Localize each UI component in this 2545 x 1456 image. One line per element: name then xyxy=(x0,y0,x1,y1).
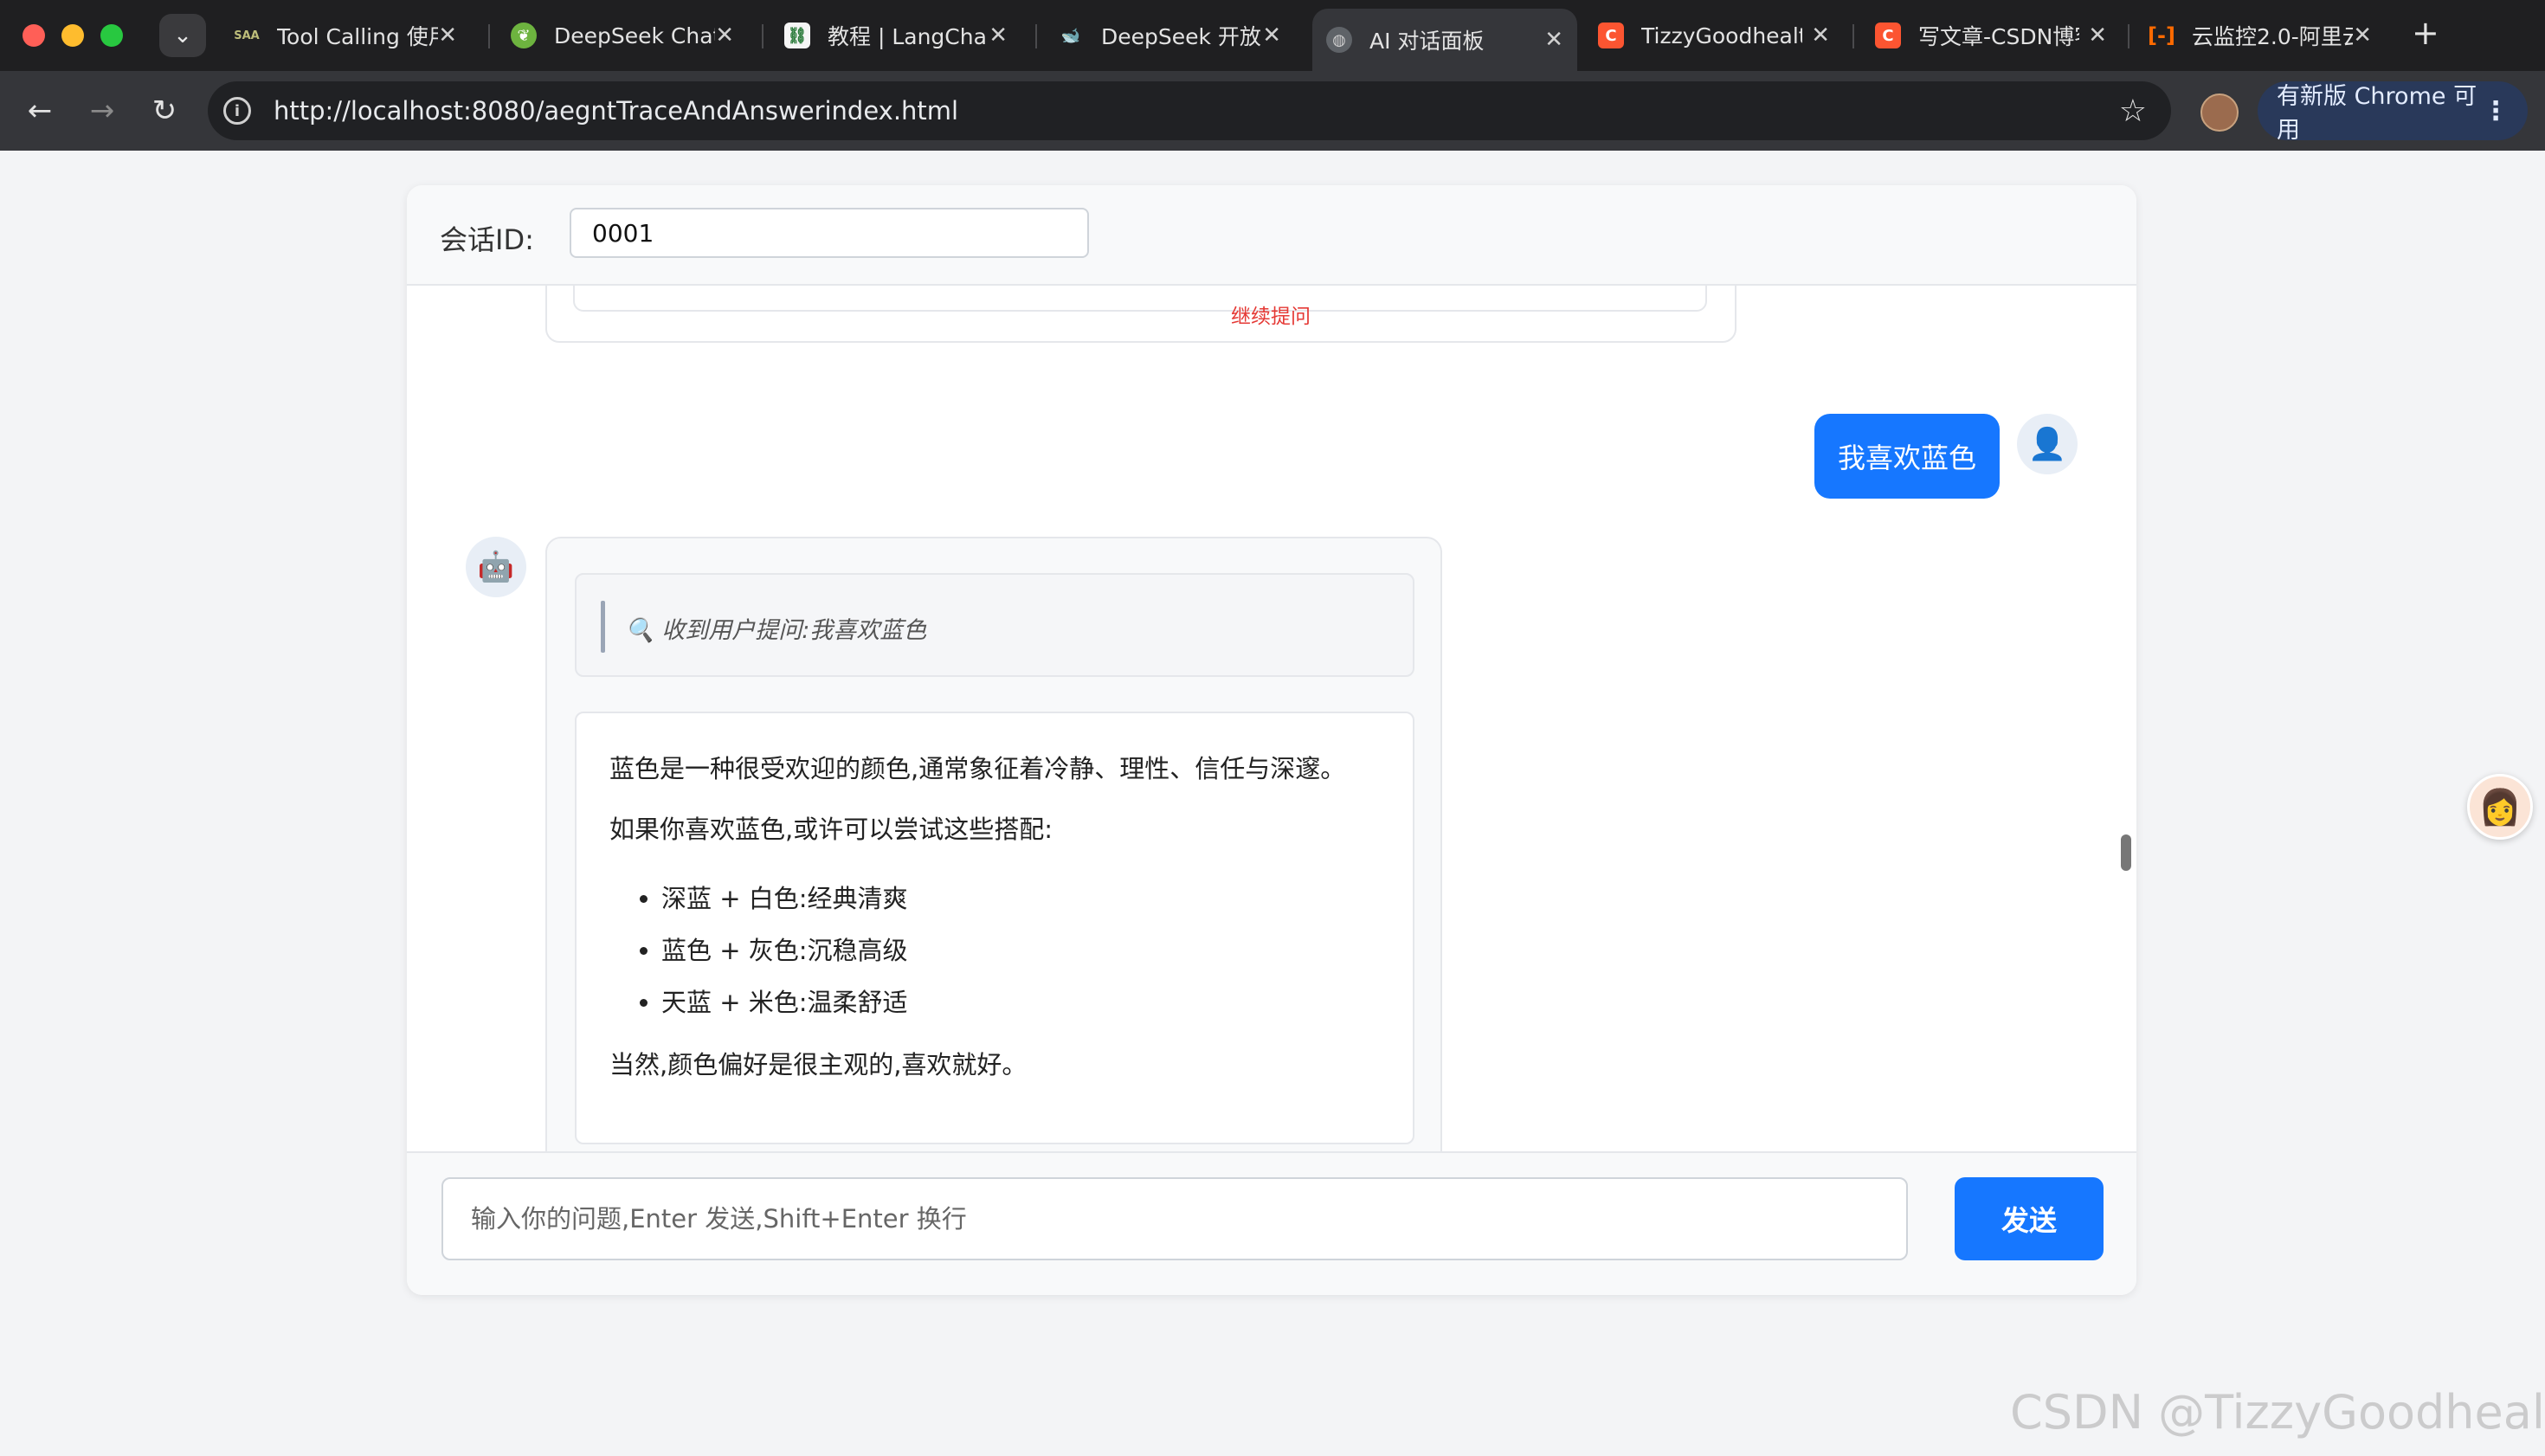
chrome-update-label: 有新版 Chrome 可用 xyxy=(2277,83,2477,144)
chat-scrollbar-thumb[interactable] xyxy=(2121,834,2131,871)
tab-search-chevron-icon[interactable]: ⌄ xyxy=(159,14,206,57)
tab-title: Tool Calling 使用 xyxy=(277,24,438,49)
tab-title: 云监控2.0-阿里云 xyxy=(2192,24,2353,49)
close-tab-icon[interactable]: ✕ xyxy=(989,23,1008,48)
aliyun-icon: [-] xyxy=(2148,23,2175,48)
address-bar[interactable]: i http://localhost:8080/aegntTraceAndAns… xyxy=(208,81,2171,140)
answer-list: 深蓝 + 白色:经典清爽 蓝色 + 灰色:沉稳高级 天蓝 + 米色:温柔舒适 xyxy=(609,873,1380,1028)
close-tab-icon[interactable]: ✕ xyxy=(1262,23,1281,48)
tab-tool-calling[interactable]: SAA Tool Calling 使用 ✕ xyxy=(220,9,471,62)
input-footer: 发送 xyxy=(407,1151,2136,1295)
chat-panel: 会话ID: 继续提问 我喜欢蓝色 👤 🤖 🔍 收到用户提问:我喜欢蓝色 xyxy=(407,185,2136,1295)
user-avatar-icon: 👤 xyxy=(2017,414,2078,474)
forward-arrow-icon[interactable]: → xyxy=(81,90,123,132)
new-tab-plus-icon[interactable]: + xyxy=(2412,14,2439,52)
trace-box: 🔍 收到用户提问:我喜欢蓝色 xyxy=(575,573,1414,677)
trace-text: 🔍 收到用户提问:我喜欢蓝色 xyxy=(625,617,927,644)
assistant-float-avatar-icon[interactable]: 👩 xyxy=(2467,774,2533,840)
previous-bot-card xyxy=(545,286,1736,343)
spring-leaf-icon: ❦ xyxy=(511,23,537,48)
previous-answer-box xyxy=(573,286,1707,312)
tab-title: TizzyGoodhealth xyxy=(1641,23,1802,48)
tab-aliyun-monitor[interactable]: [-] 云监控2.0-阿里云 ✕ xyxy=(2135,9,2386,62)
send-button[interactable]: 发送 xyxy=(1955,1177,2104,1260)
robot-avatar-icon: 🤖 xyxy=(466,537,526,597)
answer-box: 蓝色是一种很受欢迎的颜色,通常象征着冷静、理性、信任与深邃。 如果你喜欢蓝色,或… xyxy=(575,712,1414,1144)
tab-title: DeepSeek 开放 xyxy=(1101,24,1261,49)
back-arrow-icon[interactable]: ← xyxy=(19,90,61,132)
answer-list-item: 深蓝 + 白色:经典清爽 xyxy=(661,873,1380,924)
session-id-label: 会话ID: xyxy=(440,223,534,256)
saa-favicon-icon: SAA xyxy=(234,29,260,42)
close-tab-icon[interactable]: ✕ xyxy=(1811,23,1830,48)
more-menu-icon[interactable]: ⋮ xyxy=(2483,96,2509,126)
chat-messages[interactable]: 继续提问 我喜欢蓝色 👤 🤖 🔍 收到用户提问:我喜欢蓝色 蓝色是一种很受欢迎的… xyxy=(407,286,2136,1151)
watermark: CSDN @TizzyGoodhealth xyxy=(2010,1385,2545,1440)
answer-list-item: 天蓝 + 米色:温柔舒适 xyxy=(661,976,1380,1028)
close-tab-icon[interactable]: ✕ xyxy=(715,23,734,48)
address-url[interactable]: http://localhost:8080/aegntTraceAndAnswe… xyxy=(274,96,958,126)
bot-message-card: 🔍 收到用户提问:我喜欢蓝色 蓝色是一种很受欢迎的颜色,通常象征着冷静、理性、信… xyxy=(545,537,1442,1151)
csdn-icon: C xyxy=(1875,23,1901,48)
tab-ai-chat-panel[interactable]: ◍ AI 对话面板 ✕ xyxy=(1312,9,1577,71)
tab-title: 写文章-CSDN博客 xyxy=(1918,24,2079,49)
close-tab-icon[interactable]: ✕ xyxy=(2353,23,2372,48)
browser-toolbar: ← → ↻ i http://localhost:8080/aegntTrace… xyxy=(0,71,2545,151)
csdn-icon: C xyxy=(1598,23,1624,48)
langchain-icon: ⛓ xyxy=(784,23,810,48)
close-tab-icon[interactable]: ✕ xyxy=(2088,23,2107,48)
session-id-input[interactable] xyxy=(570,208,1089,258)
chrome-update-button[interactable]: 有新版 Chrome 可用 ⋮ xyxy=(2258,81,2528,144)
answer-paragraph: 蓝色是一种很受欢迎的颜色,通常象征着冷静、理性、信任与深邃。 xyxy=(609,754,1346,783)
tab-deepseek-chat[interactable]: ❦ DeepSeek Chat ✕ xyxy=(497,9,748,62)
session-header: 会话ID: xyxy=(407,185,2136,286)
tab-strip: ⌄ SAA Tool Calling 使用 ✕ ❦ DeepSeek Chat … xyxy=(0,0,2545,71)
close-tab-icon[interactable]: ✕ xyxy=(438,23,457,48)
tab-csdn-write[interactable]: C 写文章-CSDN博客 ✕ xyxy=(1861,9,2121,62)
tab-tizzygoodhealth[interactable]: C TizzyGoodhealth ✕ xyxy=(1584,9,1844,62)
deepseek-whale-icon: 🐋 xyxy=(1060,26,1081,45)
tab-deepseek-open[interactable]: 🐋 DeepSeek 开放 ✕ xyxy=(1044,9,1295,62)
tab-title: 教程 | LangChain xyxy=(828,24,989,49)
answer-paragraph: 当然,颜色偏好是很主观的,喜欢就好。 xyxy=(609,1050,1028,1079)
answer-list-item: 蓝色 + 灰色:沉稳高级 xyxy=(661,924,1380,976)
maximize-window-button[interactable] xyxy=(100,24,123,47)
site-info-icon[interactable]: i xyxy=(223,97,251,125)
close-window-button[interactable] xyxy=(23,24,45,47)
globe-icon: ◍ xyxy=(1326,27,1352,53)
trace-quote-bar xyxy=(601,601,605,653)
minimize-window-button[interactable] xyxy=(61,24,84,47)
tab-langchain[interactable]: ⛓ 教程 | LangChain ✕ xyxy=(770,9,1021,62)
reload-icon[interactable]: ↻ xyxy=(144,90,185,132)
question-input[interactable] xyxy=(441,1177,1908,1260)
profile-avatar[interactable] xyxy=(2200,93,2239,132)
tab-title: DeepSeek Chat xyxy=(554,23,715,48)
close-tab-icon[interactable]: ✕ xyxy=(1544,27,1563,53)
continue-tip: 继续提问 xyxy=(1231,306,1311,328)
answer-paragraph: 如果你喜欢蓝色,或许可以尝试这些搭配: xyxy=(609,815,1053,844)
bookmark-star-icon[interactable]: ☆ xyxy=(2119,93,2147,129)
tab-title: AI 对话面板 xyxy=(1369,29,1485,54)
page-viewport: 会话ID: 继续提问 我喜欢蓝色 👤 🤖 🔍 收到用户提问:我喜欢蓝色 xyxy=(0,151,2545,1456)
user-message-bubble: 我喜欢蓝色 xyxy=(1814,414,2000,499)
browser-window: ⌄ SAA Tool Calling 使用 ✕ ❦ DeepSeek Chat … xyxy=(0,0,2545,1456)
